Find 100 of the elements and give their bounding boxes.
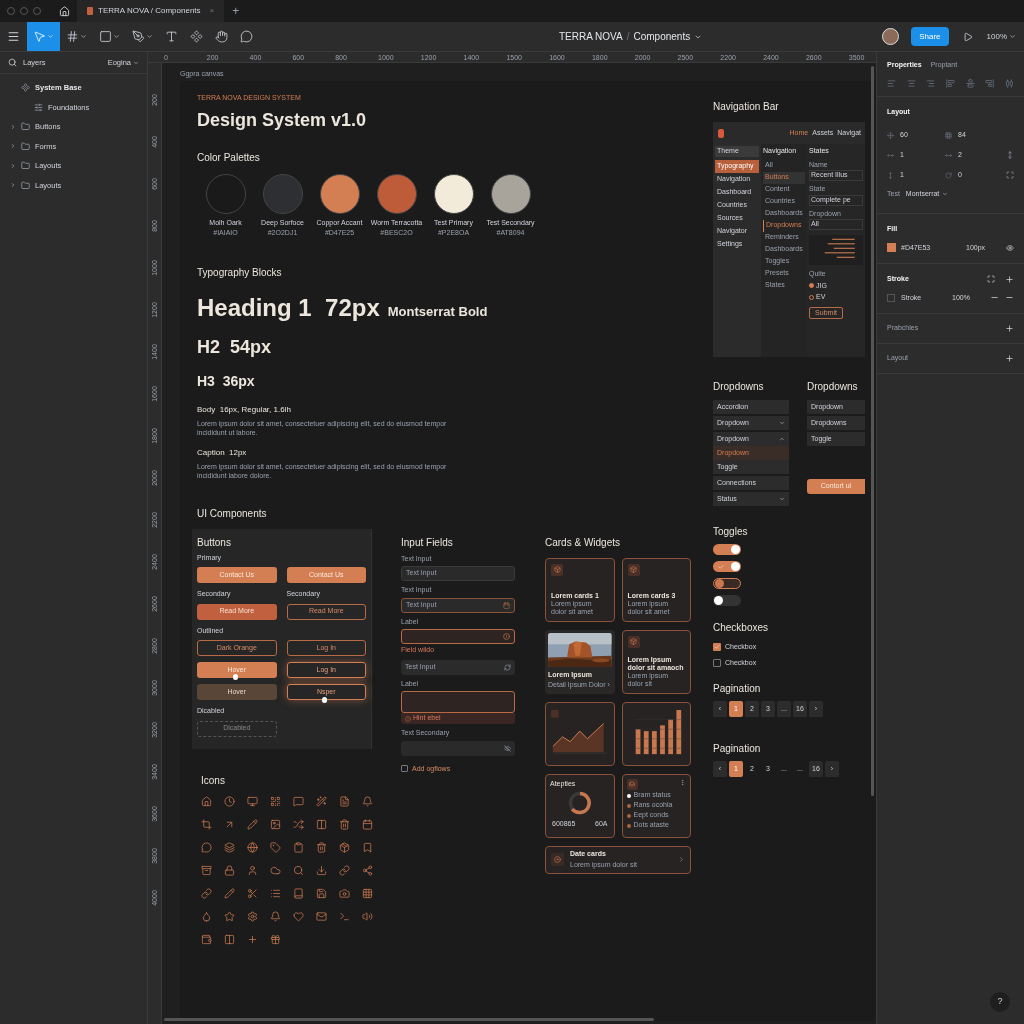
- cursor-icon: [232, 674, 238, 680]
- user-avatar[interactable]: [882, 28, 900, 45]
- monitor-icon: [247, 795, 258, 807]
- wand-icon: [316, 795, 327, 807]
- user-icon: [247, 864, 258, 876]
- password-field[interactable]: [401, 740, 515, 756]
- pencil-icon: [247, 818, 258, 830]
- scrollbar[interactable]: [164, 1018, 654, 1021]
- caret-icon[interactable]: [146, 33, 153, 40]
- align-left-icon[interactable]: [887, 78, 896, 88]
- star-icon: [224, 910, 235, 922]
- rotate-icon: [945, 171, 952, 179]
- play-icon[interactable]: [962, 31, 973, 42]
- calendar-icon[interactable]: [503, 601, 510, 609]
- folder-icon: [21, 141, 30, 151]
- body-label: Body 16px, Regular, 1.6lh: [197, 403, 292, 416]
- toggle-switch[interactable]: [713, 595, 741, 606]
- chevron-icon[interactable]: [779, 436, 785, 442]
- trash-icon: [316, 841, 327, 853]
- expand-icon[interactable]: [987, 275, 995, 284]
- hand-icon[interactable]: [215, 30, 228, 43]
- gift-icon: [270, 933, 281, 945]
- search-icon[interactable]: [8, 58, 17, 67]
- text-area[interactable]: [401, 691, 515, 713]
- pen-icon[interactable]: [132, 30, 145, 43]
- heading-sample: H2 54px: [197, 335, 273, 359]
- caret-icon[interactable]: [113, 33, 120, 40]
- grid-icon: [362, 887, 373, 899]
- fill-swatch[interactable]: [887, 243, 896, 253]
- link-icon: [201, 887, 212, 899]
- checkbox[interactable]: [713, 659, 721, 667]
- checkbox[interactable]: [401, 765, 408, 773]
- add-icon[interactable]: [1005, 354, 1014, 363]
- calendar-icon: [362, 818, 373, 830]
- align-center-icon[interactable]: [906, 78, 916, 88]
- check-icon: [718, 563, 724, 570]
- zoom-dropdown[interactable]: 100%: [986, 30, 1016, 43]
- new-tab-button[interactable]: +: [232, 2, 240, 20]
- section-title: Navigation Bar: [713, 100, 780, 114]
- layers-icon: [224, 841, 235, 853]
- scrollbar[interactable]: [871, 66, 874, 796]
- chevron-icon[interactable]: [678, 856, 685, 863]
- droplet-icon: [201, 910, 212, 922]
- menu-icon[interactable]: [7, 30, 20, 43]
- section-title: Dropdowns: [713, 380, 765, 394]
- caret-icon[interactable]: [942, 191, 949, 197]
- page-name[interactable]: Components: [633, 29, 691, 44]
- components-icon[interactable]: [190, 30, 203, 43]
- heart-icon: [293, 910, 304, 922]
- speech-bubble-icon[interactable]: [240, 30, 253, 43]
- bell-icon: [270, 910, 281, 922]
- eye-off-icon[interactable]: [504, 744, 511, 752]
- toggle-switch[interactable]: [713, 561, 741, 572]
- search-icon: [293, 864, 304, 876]
- section-title: UI Components: [197, 506, 268, 521]
- refresh-icon: [504, 663, 511, 671]
- eye-icon[interactable]: [1006, 243, 1014, 252]
- caret-icon[interactable]: [80, 33, 87, 40]
- caret-icon[interactable]: [1009, 33, 1016, 40]
- folder-icon: [21, 180, 30, 190]
- text-field[interactable]: [401, 629, 515, 644]
- alert-icon: [503, 633, 510, 640]
- pointer-icon[interactable]: [33, 30, 46, 43]
- resize-icon[interactable]: [1006, 151, 1014, 159]
- add-icon[interactable]: [1005, 324, 1014, 333]
- home-icon[interactable]: [59, 5, 70, 17]
- align-right-icon[interactable]: [926, 78, 936, 88]
- radio-button[interactable]: [809, 283, 814, 289]
- square-icon[interactable]: [99, 30, 112, 43]
- qr-code-icon: [270, 795, 281, 807]
- project-name[interactable]: TERRA NOVA: [559, 29, 623, 44]
- checkbox[interactable]: [887, 293, 895, 302]
- grid-icon: [945, 131, 952, 139]
- chart-card[interactable]: [621, 701, 691, 766]
- chevron-icon[interactable]: [779, 420, 785, 426]
- speaker-icon: [362, 910, 373, 922]
- image-icon: [270, 818, 281, 830]
- chart-card[interactable]: [545, 701, 615, 766]
- toggle-switch[interactable]: [713, 544, 741, 555]
- chevron-icon[interactable]: [779, 496, 785, 502]
- add-icon[interactable]: [1005, 274, 1014, 284]
- checkbox[interactable]: [713, 643, 721, 651]
- align-middle-icon[interactable]: [965, 78, 975, 88]
- text-icon[interactable]: [165, 30, 178, 43]
- align-top-icon[interactable]: [945, 78, 955, 88]
- heading-sample: Heading 1 72px: [197, 292, 380, 323]
- section-title: Pagination: [713, 742, 762, 756]
- section-title: Dropdowns: [807, 380, 859, 394]
- hash-icon[interactable]: [66, 30, 79, 43]
- distribute-icon[interactable]: [1004, 78, 1014, 88]
- sliders-icon: [34, 102, 43, 112]
- file-tab[interactable]: TERRA NOVA / Components ×: [77, 0, 225, 22]
- caption-label: Caption 12px: [197, 446, 248, 459]
- toggle-switch[interactable]: [713, 578, 741, 589]
- width-icon: [887, 151, 894, 159]
- group-title: Input Fields: [401, 535, 454, 550]
- align-bottom-icon[interactable]: [985, 78, 995, 88]
- expand-icon[interactable]: [1006, 171, 1014, 179]
- caret-icon[interactable]: [133, 59, 139, 66]
- help-button[interactable]: ?: [990, 992, 1010, 1012]
